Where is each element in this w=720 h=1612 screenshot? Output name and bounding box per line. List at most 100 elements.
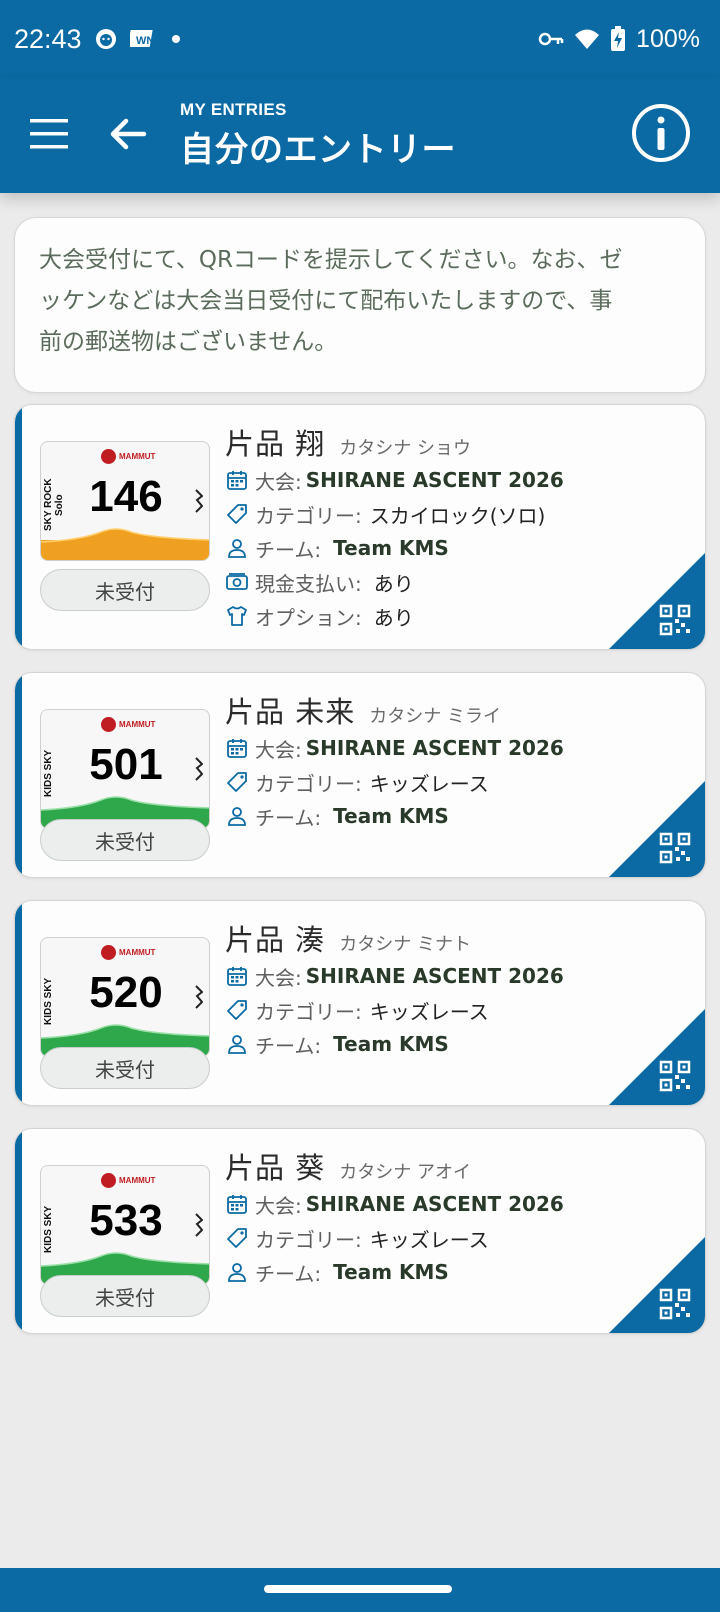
category-label: カテゴリー: — [255, 999, 362, 1024]
entry-card[interactable]: MAMMUT KIDS SKY 520 未受付 片品 湊 カタシナ ミナト 大会… — [14, 900, 706, 1106]
info-button[interactable] — [630, 102, 692, 164]
reception-status-badge: 未受付 — [40, 569, 210, 611]
qr-code-button[interactable] — [609, 1237, 705, 1333]
back-button[interactable] — [104, 110, 152, 158]
gesture-handle[interactable] — [264, 1585, 452, 1593]
entry-card[interactable]: MAMMUT KIDS SKY 501 未受付 片品 未来 カタシナ ミライ 大… — [14, 672, 706, 878]
status-bar: 22:43 WN 100% — [0, 0, 720, 78]
mountain-band — [41, 528, 209, 560]
wifi-icon — [574, 28, 600, 50]
reception-status-badge: 未受付 — [40, 1275, 210, 1317]
team-label: チーム: — [255, 1033, 322, 1058]
team-label: チーム: — [255, 805, 322, 830]
event-label: 大会: — [255, 469, 302, 494]
bib-logo: MAMMUT — [101, 717, 155, 732]
bib-image: MAMMUT KIDS SKY 533 — [40, 1165, 210, 1285]
bib-image: MAMMUT KIDS SKY 501 — [40, 709, 210, 829]
category-label: カテゴリー: — [255, 1227, 362, 1252]
bib-image: MAMMUT SKY ROCK Solo 146 — [40, 441, 210, 561]
battery-charging-icon — [610, 26, 626, 52]
cash-label: 現金支払い: — [255, 571, 362, 596]
system-nav-bar — [0, 1568, 720, 1612]
event-value: SHIRANE ASCENT 2026 — [305, 468, 564, 492]
qr-code-button[interactable] — [609, 1009, 705, 1105]
title-block: MY ENTRIES 自分のエントリー — [180, 100, 456, 171]
notice-line: 前の郵送物はございません。 — [39, 329, 338, 355]
calendar-icon — [225, 1192, 249, 1216]
category-value: キッズレース — [369, 1227, 489, 1252]
tag-icon — [225, 998, 249, 1022]
bib-image: MAMMUT KIDS SKY 520 — [40, 937, 210, 1057]
tag-icon — [225, 1226, 249, 1250]
key-icon — [538, 29, 564, 49]
person-icon — [225, 536, 249, 560]
calendar-icon — [225, 468, 249, 492]
event-value: SHIRANE ASCENT 2026 — [305, 736, 564, 760]
cash-value: あり — [373, 571, 414, 596]
category-label: カテゴリー: — [255, 503, 362, 528]
category-value: スカイロック(ソロ) — [369, 503, 546, 528]
team-label: チーム: — [255, 1261, 322, 1286]
bib-logo: MAMMUT — [101, 945, 155, 960]
page-title: 自分のエントリー — [180, 130, 456, 170]
entrant-kana: カタシナ ミナト — [339, 934, 471, 955]
person-icon — [225, 1032, 249, 1056]
bib-logo: MAMMUT — [101, 449, 155, 464]
bib-number: 501 — [89, 740, 163, 789]
entrant-kana: カタシナ ミライ — [369, 706, 501, 727]
team-label: チーム: — [255, 537, 322, 562]
bib-number: 533 — [89, 1196, 163, 1245]
page-subtitle: MY ENTRIES — [180, 100, 287, 119]
team-value: Team KMS — [333, 1032, 449, 1056]
entrant-name: 片品 葵 — [225, 1151, 326, 1185]
battery-percentage: 100% — [636, 24, 700, 53]
face-icon — [94, 27, 118, 51]
menu-icon — [30, 119, 68, 149]
app-bar: MY ENTRIES 自分のエントリー — [0, 78, 720, 193]
event-value: SHIRANE ASCENT 2026 — [305, 1192, 564, 1216]
back-arrow-icon — [110, 118, 147, 150]
event-label: 大会: — [255, 965, 302, 990]
tag-icon — [225, 770, 249, 794]
event-label: 大会: — [255, 737, 302, 762]
team-value: Team KMS — [333, 1260, 449, 1284]
entrant-kana: カタシナ ショウ — [339, 438, 471, 459]
status-time: 22:43 — [14, 23, 82, 54]
bib-number: 146 — [89, 472, 163, 521]
qr-code-button[interactable] — [609, 781, 705, 877]
event-value: SHIRANE ASCENT 2026 — [305, 964, 564, 988]
shirt-icon — [225, 604, 249, 628]
reception-status-badge: 未受付 — [40, 1047, 210, 1089]
reception-status-badge: 未受付 — [40, 819, 210, 861]
calendar-icon — [225, 964, 249, 988]
cash-icon — [225, 570, 249, 594]
category-label: カテゴリー: — [255, 771, 362, 796]
team-value: Team KMS — [333, 804, 449, 828]
entry-card[interactable]: MAMMUT KIDS SKY 533 未受付 片品 葵 カタシナ アオイ 大会… — [14, 1128, 706, 1334]
bib-number: 520 — [89, 968, 163, 1017]
entrant-name: 片品 翔 — [225, 427, 326, 461]
dot-icon — [168, 31, 184, 47]
calendar-icon — [225, 736, 249, 760]
qr-code-button[interactable] — [609, 553, 705, 649]
bib-logo: MAMMUT — [101, 1173, 155, 1188]
tag-icon — [225, 502, 249, 526]
info-icon — [632, 104, 690, 162]
entrant-name: 片品 未来 — [225, 695, 356, 729]
category-value: キッズレース — [369, 771, 489, 796]
person-icon — [225, 1260, 249, 1284]
option-value: あり — [373, 605, 414, 630]
entrant-name: 片品 湊 — [225, 923, 326, 957]
event-label: 大会: — [255, 1193, 302, 1218]
notice-line: ッケンなどは大会当日受付にて配布いたしますので、事 — [39, 288, 613, 314]
notice-line: 大会受付にて、QRコードを提示してください。なお、ゼ — [39, 247, 623, 273]
team-value: Team KMS — [333, 536, 449, 560]
menu-button[interactable] — [28, 114, 72, 154]
wn-icon: WN — [129, 28, 156, 50]
entry-card[interactable]: MAMMUT SKY ROCK Solo 146 未受付 片品 翔 カタシナ シ… — [14, 404, 706, 650]
notice-card: 大会受付にて、QRコードを提示してください。なお、ゼ ッケンなどは大会当日受付に… — [14, 217, 706, 393]
option-label: オプション: — [255, 605, 362, 630]
category-value: キッズレース — [369, 999, 489, 1024]
svg-text:WN: WN — [136, 35, 154, 47]
entrant-kana: カタシナ アオイ — [339, 1162, 471, 1183]
